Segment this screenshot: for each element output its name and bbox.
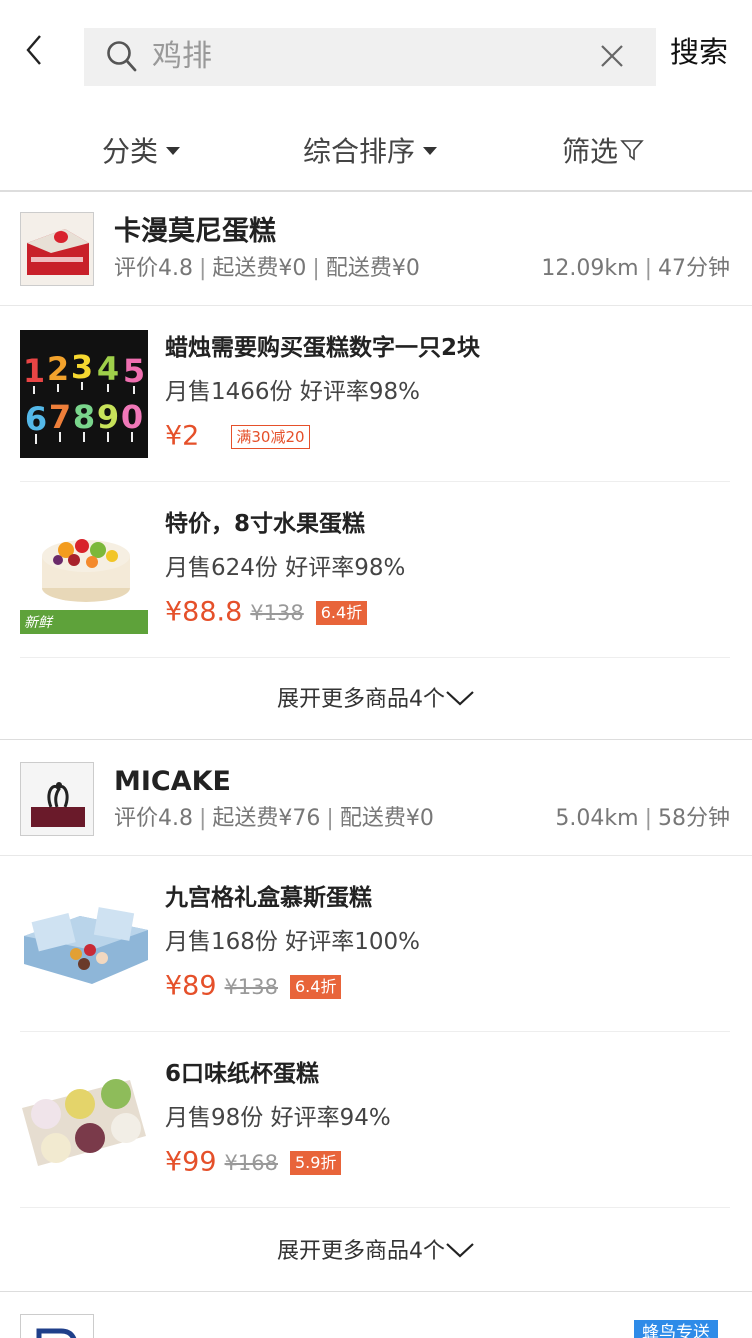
product-price: ¥88.8 — [165, 596, 243, 628]
shop-logo — [20, 1314, 94, 1338]
svg-text:3: 3 — [71, 348, 93, 386]
svg-text:4: 4 — [97, 350, 119, 388]
shop-min-order: 起送费¥0 — [212, 256, 307, 281]
expand-more-button[interactable]: 展开更多商品4个 — [0, 660, 752, 740]
delivery-badge: 蜂鸟专送 — [634, 1320, 718, 1338]
shop-delivery-time: 47分钟 — [658, 256, 730, 281]
svg-text:新鲜: 新鲜 — [24, 615, 54, 631]
caret-down-icon — [423, 147, 438, 155]
product-price-row: ¥99 ¥168 5.9折 — [165, 1144, 342, 1181]
discount-badge: 5.9折 — [290, 1150, 342, 1175]
product-price: ¥89 — [165, 970, 217, 1002]
shop-delivery-fee: 配送费¥0 — [325, 256, 420, 281]
shop-card[interactable]: 蜂鸟专送 — [0, 1292, 752, 1338]
caret-down-icon — [166, 147, 181, 155]
product-item[interactable]: 九宫格礼盒慕斯蛋糕 月售168份 好评率100% ¥89 ¥138 6.4折 — [20, 856, 730, 1032]
product-price: ¥99 — [165, 1146, 217, 1178]
product-name: 九宫格礼盒慕斯蛋糕 — [165, 885, 372, 911]
chevron-down-icon — [446, 691, 474, 706]
product-sales: 月售1466份 好评率98% — [165, 379, 420, 405]
product-sales: 月售168份 好评率100% — [165, 929, 420, 955]
chevron-left-icon — [26, 35, 41, 65]
expand-more-label: 展开更多商品4个 — [277, 1239, 445, 1264]
search-box[interactable]: 鸡排 — [84, 28, 656, 86]
expand-more-button[interactable]: 展开更多商品4个 — [0, 1212, 752, 1292]
product-original-price: ¥168 — [224, 1150, 278, 1175]
svg-text:9: 9 — [97, 398, 119, 436]
back-button[interactable] — [22, 30, 52, 70]
shop-meta: 评价4.8 | 起送费¥0 | 配送费¥0 — [114, 256, 420, 281]
product-item[interactable]: 新鲜 特价，8寸水果蛋糕 月售624份 好评率98% ¥88.8 ¥138 6.4折 — [20, 482, 730, 658]
search-button[interactable]: 搜索 — [670, 32, 728, 72]
shop-distance: 12.09km — [541, 256, 639, 281]
product-original-price: ¥138 — [224, 974, 278, 999]
filter-screen[interactable]: 筛选 — [562, 132, 644, 172]
product-name: 蜡烛需要购买蛋糕数字一只2块 — [165, 335, 481, 361]
product-image: 1 2 3 4 5 6 7 8 9 0 — [20, 330, 148, 458]
shop-delivery-time: 58分钟 — [658, 806, 730, 831]
filter-category-label: 分类 — [102, 135, 159, 168]
search-icon — [107, 41, 137, 72]
svg-text:2: 2 — [47, 350, 69, 388]
search-input[interactable]: 鸡排 — [152, 38, 212, 76]
product-image — [20, 1056, 148, 1184]
shop-meta: 评价4.8 | 起送费¥76 | 配送费¥0 — [114, 806, 434, 831]
discount-badge: 6.4折 — [315, 600, 368, 625]
filter-category[interactable]: 分类 — [102, 132, 181, 172]
close-icon[interactable] — [598, 42, 626, 70]
product-image — [20, 880, 148, 1008]
product-price-row: ¥88.8 ¥138 6.4折 — [165, 594, 368, 631]
filter-sort[interactable]: 综合排序 — [303, 132, 438, 172]
expand-more-label: 展开更多商品4个 — [277, 687, 445, 712]
shop-delivery-fee: 配送费¥0 — [339, 806, 434, 831]
shop-distance: 5.04km — [555, 806, 639, 831]
svg-text:5: 5 — [123, 352, 145, 390]
chevron-down-icon — [446, 1243, 474, 1258]
product-sales: 月售624份 好评率98% — [165, 555, 406, 581]
funnel-icon — [620, 140, 644, 161]
product-original-price: ¥138 — [250, 600, 304, 625]
discount-badge: 6.4折 — [290, 974, 342, 999]
shop-distance-time: 12.09km | 47分钟 — [541, 256, 730, 281]
product-name: 6口味纸杯蛋糕 — [165, 1061, 320, 1087]
svg-text:0: 0 — [121, 398, 143, 436]
svg-text:7: 7 — [49, 398, 71, 436]
shop-header[interactable]: 卡漫莫尼蛋糕 评价4.8 | 起送费¥0 | 配送费¥0 12.09km | 47分钟 — [0, 192, 752, 306]
search-header: 鸡排 搜索 分类 综合排序 筛选 — [0, 0, 752, 192]
shop-distance-time: 5.04km | 58分钟 — [555, 806, 730, 831]
shop-logo — [20, 762, 94, 836]
shop-name: 卡漫莫尼蛋糕 — [114, 216, 276, 247]
shop-logo — [20, 212, 94, 286]
promo-badge: 满30减20 — [231, 424, 310, 449]
svg-text:8: 8 — [73, 398, 95, 436]
product-name: 特价，8寸水果蛋糕 — [165, 511, 366, 537]
product-price-row: ¥2 满30减20 — [165, 418, 310, 455]
shop-min-order: 起送费¥76 — [212, 806, 321, 831]
svg-text:1: 1 — [23, 352, 45, 390]
shop-rating: 评价4.8 — [114, 256, 193, 281]
svg-text:6: 6 — [25, 400, 47, 438]
product-sales: 月售98份 好评率94% — [165, 1105, 391, 1131]
product-image: 新鲜 — [20, 506, 148, 634]
product-price-row: ¥89 ¥138 6.4折 — [165, 968, 342, 1005]
shop-name: MICAKE — [114, 766, 231, 797]
shop-header[interactable]: MICAKE 评价4.8 | 起送费¥76 | 配送费¥0 5.04km | 58分钟 — [0, 742, 752, 856]
product-item[interactable]: 6口味纸杯蛋糕 月售98份 好评率94% ¥99 ¥168 5.9折 — [20, 1032, 730, 1208]
product-item[interactable]: 1 2 3 4 5 6 7 8 9 0 蜡烛需要购买蛋糕数字一只2块 月售146… — [20, 306, 730, 482]
filter-screen-label: 筛选 — [562, 135, 619, 168]
product-price: ¥2 — [165, 420, 200, 452]
filter-sort-label: 综合排序 — [303, 135, 416, 168]
shop-rating: 评价4.8 — [114, 806, 193, 831]
filter-bar: 分类 综合排序 筛选 — [0, 126, 752, 178]
